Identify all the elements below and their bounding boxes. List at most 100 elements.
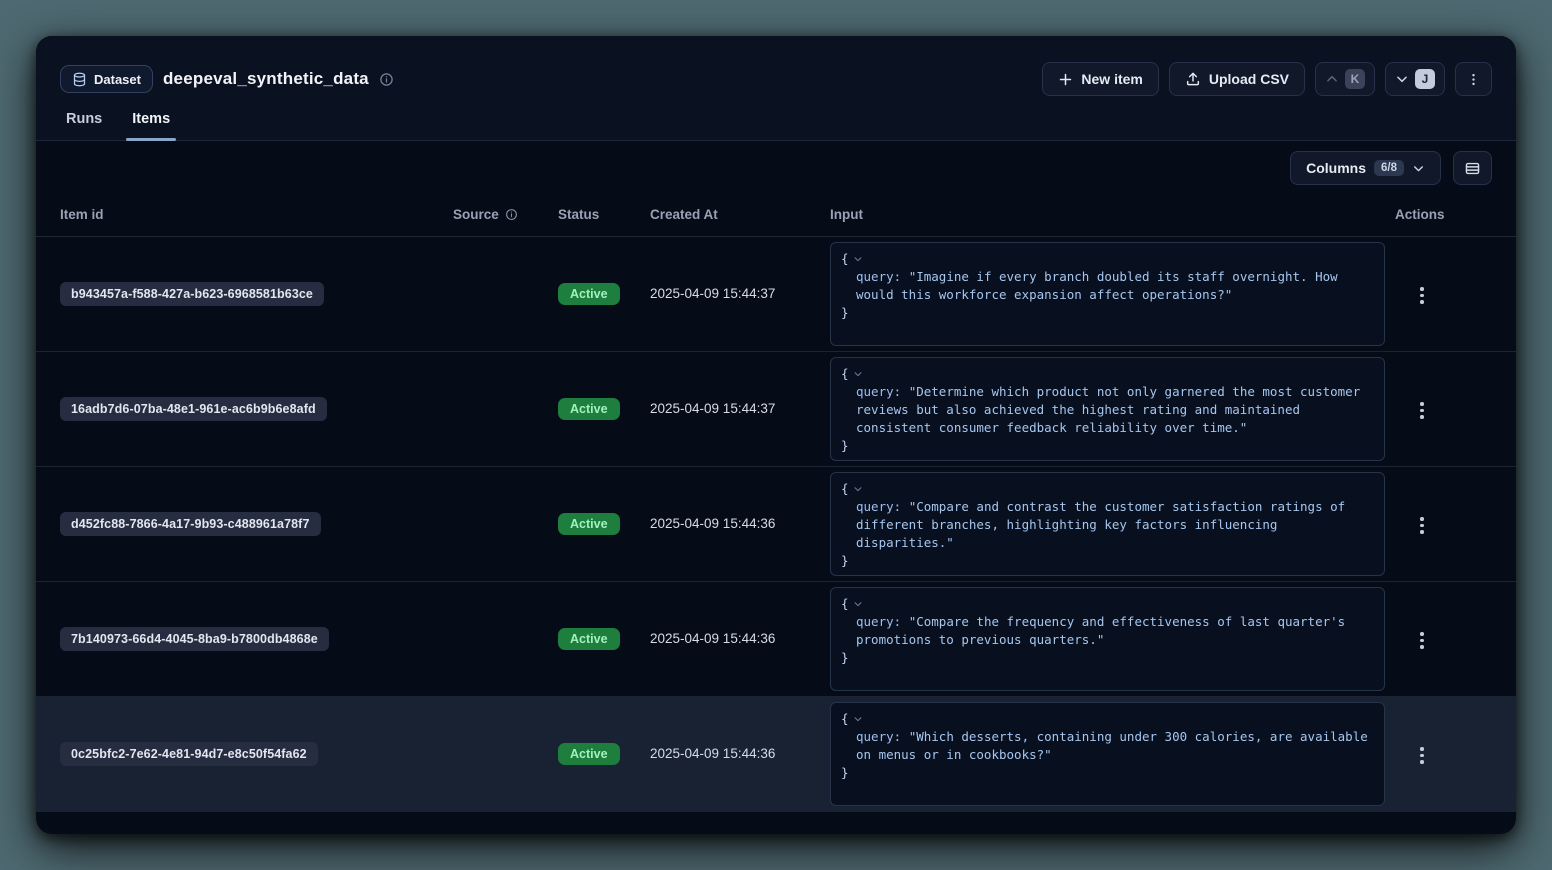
plus-icon [1058, 72, 1073, 87]
json-string-value: "Compare and contrast the customer satis… [856, 499, 1345, 550]
tab-items[interactable]: Items [130, 111, 172, 140]
input-json-viewer[interactable]: { query: "Imagine if every branch double… [830, 242, 1385, 346]
json-key: query: [856, 499, 901, 514]
table-body: b943457a-f588-427a-b623-6968581b63ce Act… [36, 237, 1516, 812]
input-cell: { query: "Imagine if every branch double… [830, 242, 1385, 346]
created-at-value: 2025-04-09 15:44:36 [650, 746, 775, 761]
app-window: Dataset deepeval_synthetic_data N [36, 36, 1516, 834]
collapse-chevron-icon[interactable] [853, 484, 863, 494]
column-header-actions: Actions [1385, 207, 1492, 222]
columns-button[interactable]: Columns 6/8 [1290, 151, 1441, 185]
new-item-label: New item [1081, 71, 1142, 87]
dataset-badge-label: Dataset [94, 72, 141, 87]
created-at-value: 2025-04-09 15:44:36 [650, 516, 775, 531]
json-open-brace: { [841, 250, 849, 268]
collapse-chevron-icon[interactable] [853, 254, 863, 264]
row-actions-button[interactable] [1409, 740, 1435, 770]
new-item-button[interactable]: New item [1042, 62, 1158, 96]
item-id-cell: 0c25bfc2-7e62-4e81-94d7-e8c50f54fa62 [60, 742, 453, 766]
json-key: query: [856, 269, 901, 284]
table-row[interactable]: 7b140973-66d4-4045-8ba9-b7800db4868e Act… [36, 582, 1516, 697]
table-row[interactable]: b943457a-f588-427a-b623-6968581b63ce Act… [36, 237, 1516, 352]
column-header-status: Status [558, 207, 650, 222]
item-id-badge[interactable]: 7b140973-66d4-4045-8ba9-b7800db4868e [60, 627, 329, 651]
status-badge: Active [558, 398, 620, 420]
created-at-cell: 2025-04-09 15:44:37 [650, 400, 830, 418]
created-at-cell: 2025-04-09 15:44:36 [650, 515, 830, 533]
item-id-badge[interactable]: b943457a-f588-427a-b623-6968581b63ce [60, 282, 324, 306]
actions-cell [1385, 278, 1492, 311]
chevron-down-icon [1412, 162, 1425, 175]
table-row[interactable]: d452fc88-7866-4a17-9b93-c488961a78f7 Act… [36, 467, 1516, 582]
item-id-cell: 7b140973-66d4-4045-8ba9-b7800db4868e [60, 627, 453, 651]
row-actions-button[interactable] [1409, 280, 1435, 310]
input-cell: { query: "Compare and contrast the custo… [830, 472, 1385, 576]
input-json-viewer[interactable]: { query: "Determine which product not on… [830, 357, 1385, 461]
upload-csv-button[interactable]: Upload CSV [1169, 62, 1305, 96]
previous-item-button[interactable]: K [1315, 62, 1375, 96]
status-badge: Active [558, 283, 620, 305]
dataset-type-badge: Dataset [60, 65, 153, 93]
item-id-cell: 16adb7d6-07ba-48e1-961e-ac6b9b6e8afd [60, 397, 453, 421]
row-height-button[interactable] [1453, 151, 1492, 185]
info-icon[interactable] [379, 72, 394, 87]
table-row[interactable]: 0c25bfc2-7e62-4e81-94d7-e8c50f54fa62 Act… [36, 697, 1516, 812]
actions-cell [1385, 738, 1492, 771]
actions-cell [1385, 508, 1492, 541]
header-more-actions-button[interactable] [1455, 62, 1492, 96]
collapse-chevron-icon[interactable] [853, 714, 863, 724]
status-badge: Active [558, 513, 620, 535]
upload-icon [1185, 71, 1201, 87]
created-at-cell: 2025-04-09 15:44:36 [650, 745, 830, 763]
next-item-button[interactable]: J [1385, 62, 1445, 96]
item-id-badge[interactable]: 0c25bfc2-7e62-4e81-94d7-e8c50f54fa62 [60, 742, 318, 766]
json-string-value: "Which desserts, containing under 300 ca… [856, 729, 1368, 762]
tab-runs[interactable]: Runs [64, 111, 104, 140]
status-cell: Active [558, 398, 650, 420]
created-at-value: 2025-04-09 15:44:37 [650, 401, 775, 416]
input-cell: { query: "Determine which product not on… [830, 357, 1385, 461]
json-key: query: [856, 384, 901, 399]
collapse-chevron-icon[interactable] [853, 599, 863, 609]
input-json-viewer[interactable]: { query: "Compare and contrast the custo… [830, 472, 1385, 576]
database-icon [72, 72, 87, 87]
row-actions-button[interactable] [1409, 625, 1435, 655]
item-id-cell: d452fc88-7866-4a17-9b93-c488961a78f7 [60, 512, 453, 536]
table-toolbar: Columns 6/8 [60, 151, 1492, 185]
input-json-viewer[interactable]: { query: "Which desserts, containing und… [830, 702, 1385, 806]
chevron-up-icon [1325, 72, 1339, 86]
json-close-brace: } [841, 438, 849, 453]
item-id-cell: b943457a-f588-427a-b623-6968581b63ce [60, 282, 453, 306]
input-cell: { query: "Compare the frequency and effe… [830, 587, 1385, 691]
json-string-value: "Imagine if every branch doubled its sta… [856, 269, 1338, 302]
created-at-cell: 2025-04-09 15:44:37 [650, 285, 830, 303]
shortcut-key-k: K [1345, 69, 1365, 89]
input-json-viewer[interactable]: { query: "Compare the frequency and effe… [830, 587, 1385, 691]
json-open-brace: { [841, 595, 849, 613]
table-row[interactable]: 16adb7d6-07ba-48e1-961e-ac6b9b6e8afd Act… [36, 352, 1516, 467]
created-at-value: 2025-04-09 15:44:36 [650, 631, 775, 646]
json-open-brace: { [841, 710, 849, 728]
upload-csv-label: Upload CSV [1209, 71, 1289, 87]
row-actions-button[interactable] [1409, 510, 1435, 540]
status-cell: Active [558, 743, 650, 765]
tab-bar: Runs Items [60, 111, 1492, 140]
json-close-brace: } [841, 553, 849, 568]
item-id-badge[interactable]: 16adb7d6-07ba-48e1-961e-ac6b9b6e8afd [60, 397, 327, 421]
row-actions-button[interactable] [1409, 395, 1435, 425]
column-header-item-id: Item id [60, 207, 453, 222]
actions-cell [1385, 623, 1492, 656]
column-header-created-at: Created At [650, 207, 830, 222]
info-icon[interactable] [505, 208, 518, 221]
json-close-brace: } [841, 650, 849, 665]
json-key: query: [856, 729, 901, 744]
item-id-badge[interactable]: d452fc88-7866-4a17-9b93-c488961a78f7 [60, 512, 321, 536]
row-height-icon [1464, 160, 1481, 177]
column-header-input: Input [830, 207, 1385, 222]
shortcut-key-j: J [1415, 69, 1435, 89]
created-at-cell: 2025-04-09 15:44:36 [650, 630, 830, 648]
page-header: Dataset deepeval_synthetic_data N [36, 36, 1516, 141]
collapse-chevron-icon[interactable] [853, 369, 863, 379]
status-cell: Active [558, 628, 650, 650]
status-badge: Active [558, 628, 620, 650]
